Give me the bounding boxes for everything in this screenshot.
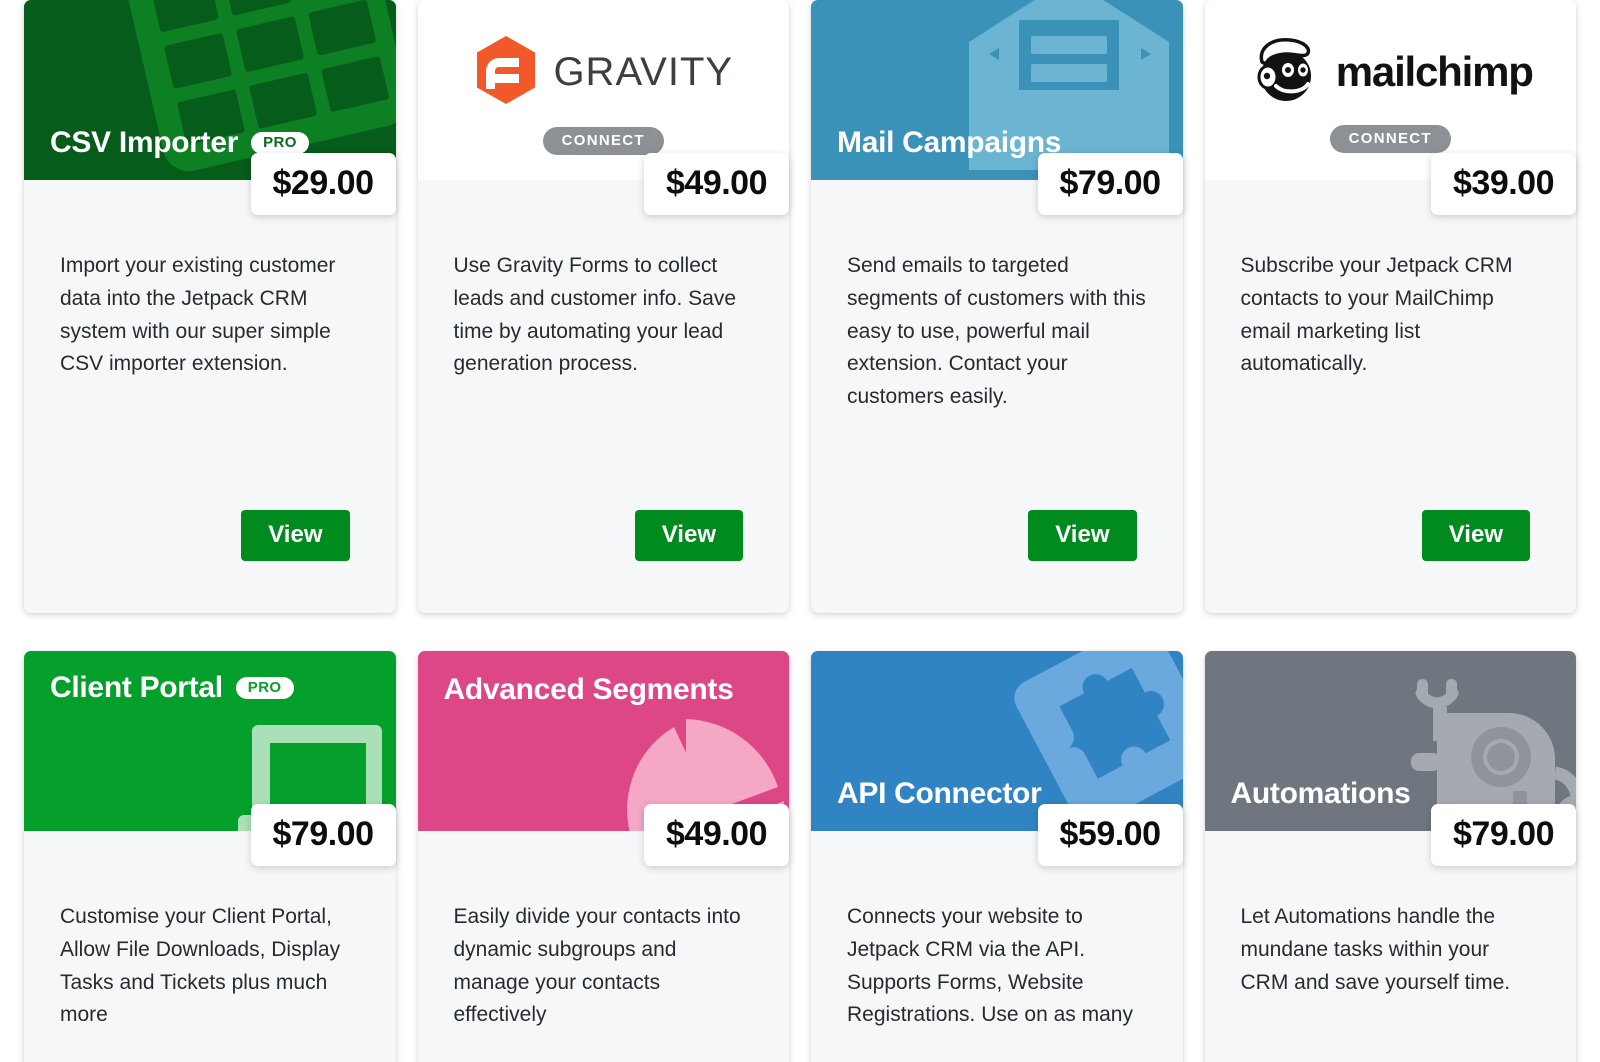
card-title-row: Advanced Segments (444, 673, 734, 707)
pro-badge: PRO (235, 677, 294, 699)
extension-card-advanced-segments[interactable]: Advanced Segments $49.00 Easily divide y… (417, 651, 789, 1062)
extension-card-automations[interactable]: Automations $79.00 Let Automations handl… (1204, 651, 1576, 1062)
logo-row: mailchimp (1248, 36, 1534, 109)
card-title: Client Portal (50, 671, 223, 704)
card-title: API Connector (837, 777, 1042, 810)
logo-text: GRAVITY (553, 49, 734, 94)
extensions-grid: CSV Importer PRO $29.00 Import your exis… (0, 0, 1600, 1062)
pro-badge: PRO (251, 132, 309, 154)
price-badge: $49.00 (644, 804, 789, 866)
card-title: Automations (1230, 777, 1411, 810)
price-badge: $49.00 (644, 153, 789, 215)
connect-badge: CONNECT (1329, 124, 1451, 153)
card-title-row: Client Portal PRO (50, 671, 294, 705)
view-button[interactable]: View (1421, 510, 1530, 561)
price-badge: $29.00 (250, 153, 396, 215)
card-description: Let Automations handle the mundane tasks… (1240, 905, 1511, 994)
logo-row: GRAVITY (473, 34, 733, 111)
card-body: Subscribe your Jetpack CRM contacts to y… (1205, 180, 1577, 613)
card-title-row: Mail Campaigns (837, 126, 1061, 160)
mailchimp-monkey-logo-icon (1248, 36, 1322, 109)
card-description: Customise your Client Portal, Allow File… (60, 905, 341, 1027)
logo-text: mailchimp (1335, 48, 1534, 95)
gravity-forms-logo-icon (473, 34, 539, 111)
price-badge: $39.00 (1431, 153, 1576, 215)
card-description: Send emails to targeted segments of cust… (847, 254, 1146, 408)
card-body: Import your existing customer data into … (24, 180, 396, 613)
card-body: Send emails to targeted segments of cust… (811, 180, 1183, 613)
price-badge: $79.00 (1037, 153, 1183, 215)
card-title: Advanced Segments (443, 673, 734, 706)
card-description: Subscribe your Jetpack CRM contacts to y… (1240, 254, 1513, 376)
view-button[interactable]: View (634, 510, 743, 561)
price-badge: $59.00 (1037, 804, 1183, 866)
extension-card-mailchimp[interactable]: mailchimp CONNECT $39.00 Subscribe your … (1204, 0, 1577, 613)
card-description: Connects your website to Jetpack CRM via… (847, 905, 1133, 1027)
card-actions: View (60, 510, 366, 613)
view-button[interactable]: View (1028, 510, 1137, 561)
view-button[interactable]: View (241, 510, 350, 561)
card-description: Use Gravity Forms to collect leads and c… (453, 254, 737, 376)
price-badge: $79.00 (250, 804, 396, 866)
extension-card-api-connector[interactable]: API Connector $59.00 Connects your websi… (811, 651, 1183, 1062)
card-actions: View (454, 510, 760, 613)
extension-card-csv-importer[interactable]: CSV Importer PRO $29.00 Import your exis… (24, 0, 396, 613)
card-actions: View (847, 510, 1153, 613)
card-description: Easily divide your contacts into dynamic… (453, 905, 741, 1027)
connect-badge: CONNECT (542, 126, 664, 155)
extension-card-mail-campaigns[interactable]: Mail Campaigns $79.00 Send emails to tar… (811, 0, 1183, 613)
card-title-row: Automations (1231, 777, 1411, 811)
card-body: Use Gravity Forms to collect leads and c… (418, 180, 790, 613)
card-actions: View (1241, 510, 1547, 613)
extension-card-client-portal[interactable]: Client Portal PRO $79.00 Customise your … (24, 651, 396, 1062)
card-description: Import your existing customer data into … (60, 254, 336, 376)
card-title: Mail Campaigns (837, 126, 1062, 159)
card-title-row: API Connector (837, 777, 1042, 811)
extension-card-gravity-forms[interactable]: GRAVITY CONNECT $49.00 Use Gravity Forms… (417, 0, 790, 613)
price-badge: $79.00 (1431, 804, 1576, 866)
card-title: CSV Importer (50, 126, 239, 159)
